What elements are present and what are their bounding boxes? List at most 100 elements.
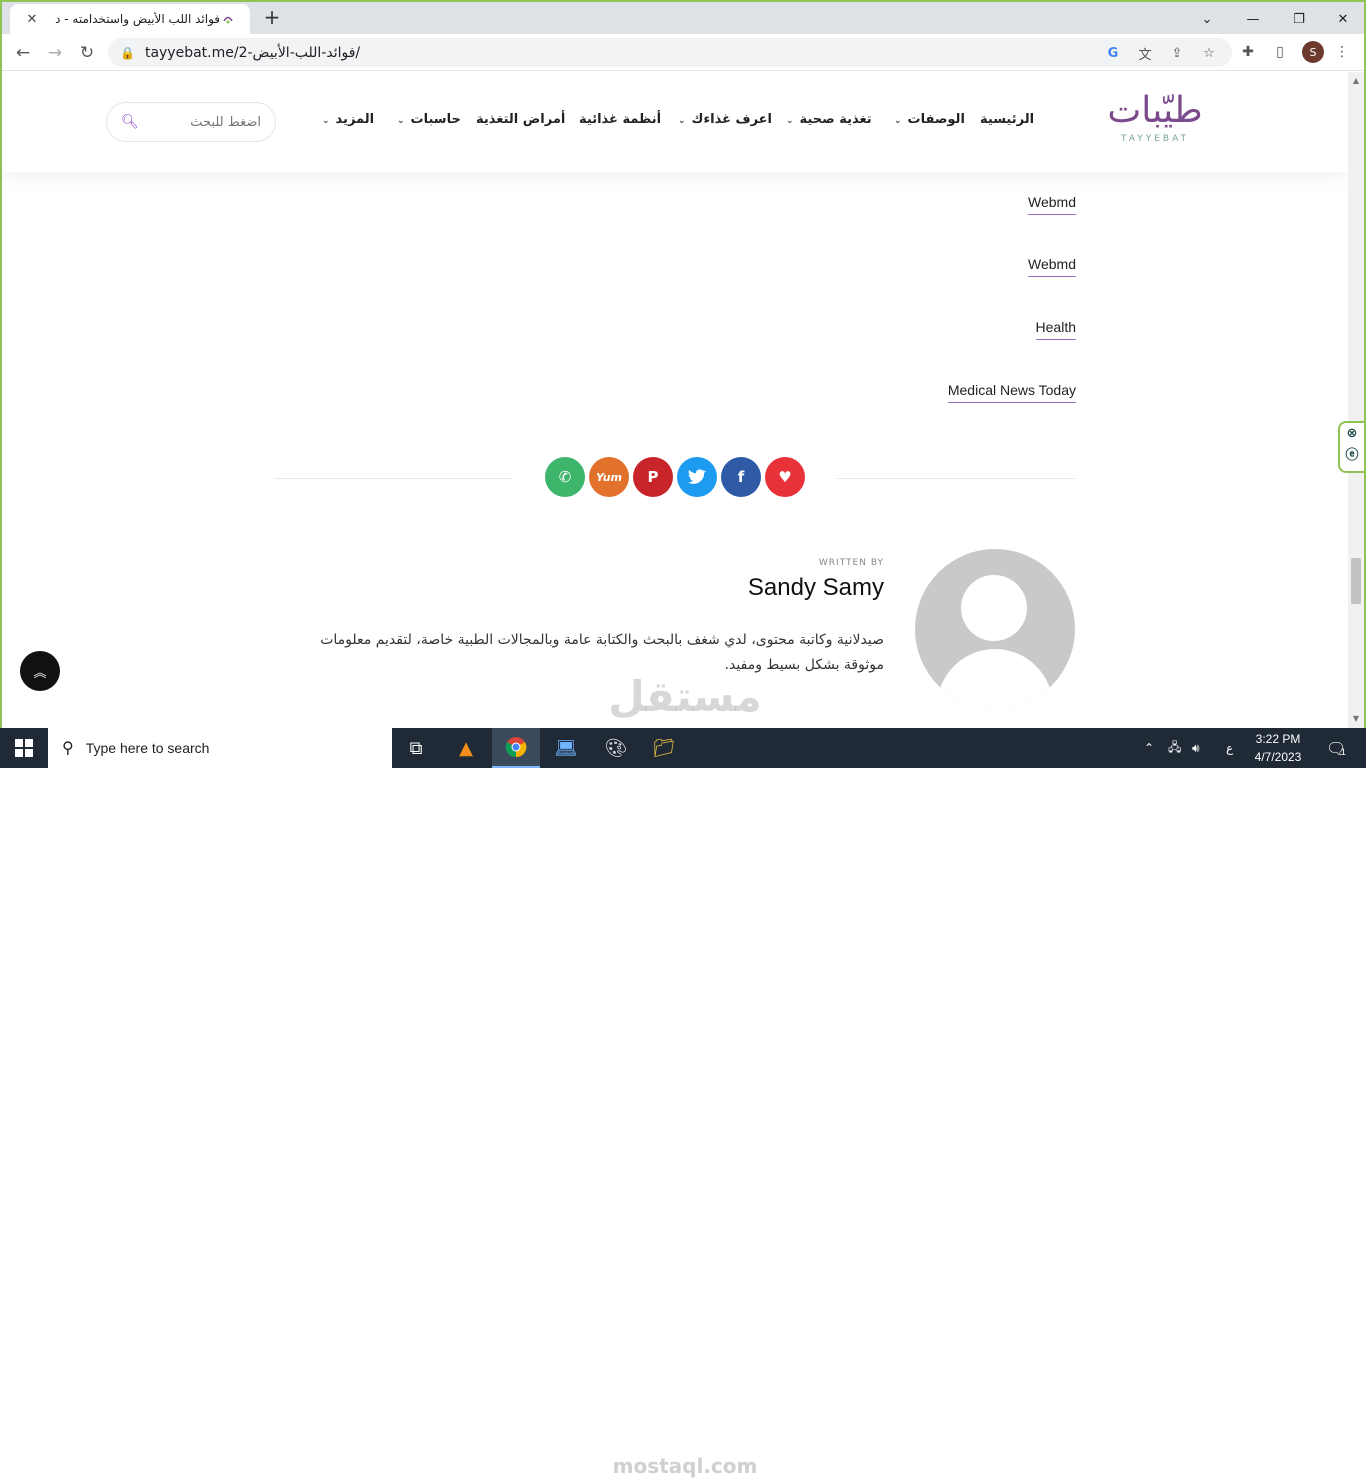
yummly-share-icon[interactable]: Yum (589, 457, 629, 497)
scroll-to-top-button[interactable]: ︽ (20, 651, 60, 691)
favicon-icon (220, 11, 236, 27)
nav-healthy-nutrition[interactable]: تغذية صحية ⌄ (786, 112, 872, 127)
scroll-up-icon[interactable]: ▲ (1352, 76, 1360, 85)
nav-home[interactable]: الرئيسية (980, 112, 1034, 127)
file-explorer-icon[interactable]: 📁︎ (640, 728, 688, 768)
site-header: طيّبات TAYYEBAT الرئيسية الوصفات ⌄ تغذية … (2, 72, 1348, 172)
nav-recipes[interactable]: الوصفات ⌄ (894, 112, 965, 127)
side-panel-icon[interactable]: ▯ (1270, 42, 1290, 62)
paint-app-icon[interactable]: 🎨︎ (592, 728, 640, 768)
nav-more-label: المزيد (335, 112, 375, 127)
translate-icon[interactable]: 文 (1136, 44, 1154, 63)
whatsapp-share-icon[interactable]: ✆ (545, 457, 585, 497)
nav-calculators[interactable]: حاسبات ⌄ (397, 112, 461, 127)
google-icon[interactable]: G (1104, 44, 1122, 62)
heart-like-icon[interactable]: ♥ (765, 457, 805, 497)
url-text: tayyebat.me/فوائد-اللب-الأبيض-2/ (144, 44, 361, 61)
divider (837, 478, 1075, 479)
task-view-icon[interactable]: ⧉ (392, 728, 440, 768)
search-input[interactable] (151, 114, 261, 130)
show-hidden-icons[interactable]: ⌃ (1144, 728, 1154, 768)
author-avatar (915, 549, 1075, 709)
profile-avatar[interactable]: S (1302, 41, 1324, 63)
tab-strip: فوائد اللب الأبيض واستخدامته - د ✕ + ⌄ —… (2, 2, 1364, 34)
twitter-share-icon[interactable] (677, 457, 717, 497)
forward-icon[interactable]: → (42, 40, 68, 66)
source-link[interactable]: Health (1035, 319, 1076, 340)
source-link[interactable]: Medical News Today (947, 382, 1076, 403)
nav-know-your-food-label: اعرف غذاءك (691, 112, 773, 127)
avatar-body-shape (937, 649, 1053, 709)
new-tab-button[interactable]: + (262, 7, 282, 28)
extensions-icon[interactable]: ✚ (1238, 42, 1258, 62)
input-language[interactable]: ع (1226, 728, 1233, 768)
chevron-down-icon: ⌄ (397, 116, 405, 126)
laptop-app-icon[interactable]: 💻︎ (542, 728, 590, 768)
nav-nutrition-diseases[interactable]: أمراض التغذية (476, 112, 565, 127)
logo-arabic: طيّبات (1107, 90, 1203, 131)
close-circle-icon[interactable]: ⊗ (1340, 423, 1364, 445)
nav-home-label: الرئيسية (980, 112, 1035, 127)
chevron-down-icon: ⌄ (322, 116, 330, 126)
divider (275, 478, 513, 479)
scroll-down-icon[interactable]: ▼ (1352, 714, 1360, 723)
browser-toolbar: ← → ↻ 🔒 tayyebat.me/فوائد-اللب-الأبيض-2/… (2, 34, 1364, 71)
system-clock[interactable]: 3:22 PM 4/7/2023 (1246, 730, 1310, 766)
site-search[interactable]: 🔍︎ (106, 102, 276, 142)
network-icon[interactable]: 🖧︎ (1168, 728, 1181, 768)
author-name[interactable]: Sandy Samy (702, 574, 884, 602)
notification-count: 1 (1340, 748, 1347, 758)
nav-nutrition-diseases-label: أمراض التغذية (476, 112, 566, 127)
source-link[interactable]: Webmd (1028, 194, 1076, 215)
nav-calculators-label: حاسبات (410, 112, 461, 127)
back-icon[interactable]: ← (10, 40, 36, 66)
clock-time: 3:22 PM (1255, 732, 1301, 746)
site-logo[interactable]: طيّبات TAYYEBAT (1070, 90, 1240, 152)
chevron-down-icon: ⌄ (894, 116, 902, 126)
side-widget[interactable]: ⊗ ⓔ (1338, 421, 1364, 473)
close-window-button[interactable]: ✕ (1320, 4, 1366, 34)
notifications-icon[interactable]: 🗨︎ 1 (1326, 728, 1346, 768)
lock-icon: 🔒 (120, 45, 135, 60)
volume-icon[interactable]: 🔊︎ (1192, 728, 1200, 768)
edge-e-icon[interactable]: ⓔ (1340, 445, 1364, 467)
nav-more[interactable]: المزيد ⌄ (322, 112, 374, 127)
author-bio: صيدلانية وكاتبة محتوى، لدي شغف بالبحث وا… (320, 632, 884, 673)
taskbar-search[interactable]: ⚲ Type here to search (48, 728, 392, 768)
page-scrollbar[interactable]: ▲ ▼ (1348, 72, 1364, 728)
close-tab-icon[interactable]: ✕ (24, 11, 40, 27)
windows-taskbar: ⚲ Type here to search ⧉ ▲ 💻︎ 🎨︎ 📁︎ mosta… (0, 728, 1366, 1478)
nav-diets-label: أنظمة غذائية (579, 112, 662, 127)
menu-icon[interactable]: ⋮ (1332, 42, 1352, 62)
tab-title: فوائد اللب الأبيض واستخدامته - د (55, 12, 220, 26)
bookmark-star-icon[interactable]: ☆ (1200, 44, 1218, 62)
search-icon[interactable]: 🔍︎ (121, 114, 139, 130)
share-icon[interactable]: ⇪ (1168, 44, 1186, 62)
scrollbar-thumb[interactable] (1351, 558, 1361, 604)
search-icon: ⚲ (62, 740, 74, 757)
web-page: طيّبات TAYYEBAT الرئيسية الوصفات ⌄ تغذية … (2, 72, 1348, 728)
logo-english: TAYYEBAT (1120, 134, 1190, 144)
minimize-button[interactable]: — (1230, 4, 1276, 34)
windows-start-icon[interactable] (0, 728, 48, 768)
clock-date: 4/7/2023 (1254, 750, 1302, 764)
pinterest-share-icon[interactable]: P (633, 457, 673, 497)
avatar-head-shape (961, 575, 1027, 641)
reload-icon[interactable]: ↻ (74, 40, 100, 66)
source-link[interactable]: Webmd (1028, 256, 1076, 277)
nav-healthy-nutrition-label: تغذية صحية (799, 112, 872, 127)
nav-recipes-label: الوصفات (907, 112, 965, 127)
restore-button[interactable]: ❐ (1276, 4, 1322, 34)
chevron-down-icon: ⌄ (678, 116, 686, 126)
nav-know-your-food[interactable]: اعرف غذاءك ⌄ (678, 112, 772, 127)
chevron-down-icon: ⌄ (786, 116, 794, 126)
browser-tab[interactable]: فوائد اللب الأبيض واستخدامته - د ✕ (10, 4, 250, 34)
tab-search-icon[interactable]: ⌄ (1184, 4, 1230, 34)
nav-diets[interactable]: أنظمة غذائية (579, 112, 661, 127)
address-bar[interactable]: 🔒 tayyebat.me/فوائد-اللب-الأبيض-2/ G 文 ⇪… (108, 38, 1232, 67)
taskbar-search-text: Type here to search (85, 740, 210, 756)
watermark-arabic: مستقل (608, 672, 762, 721)
chrome-icon[interactable] (492, 728, 540, 768)
facebook-share-icon[interactable]: f (721, 457, 761, 497)
vlc-icon[interactable]: ▲ (442, 728, 490, 768)
